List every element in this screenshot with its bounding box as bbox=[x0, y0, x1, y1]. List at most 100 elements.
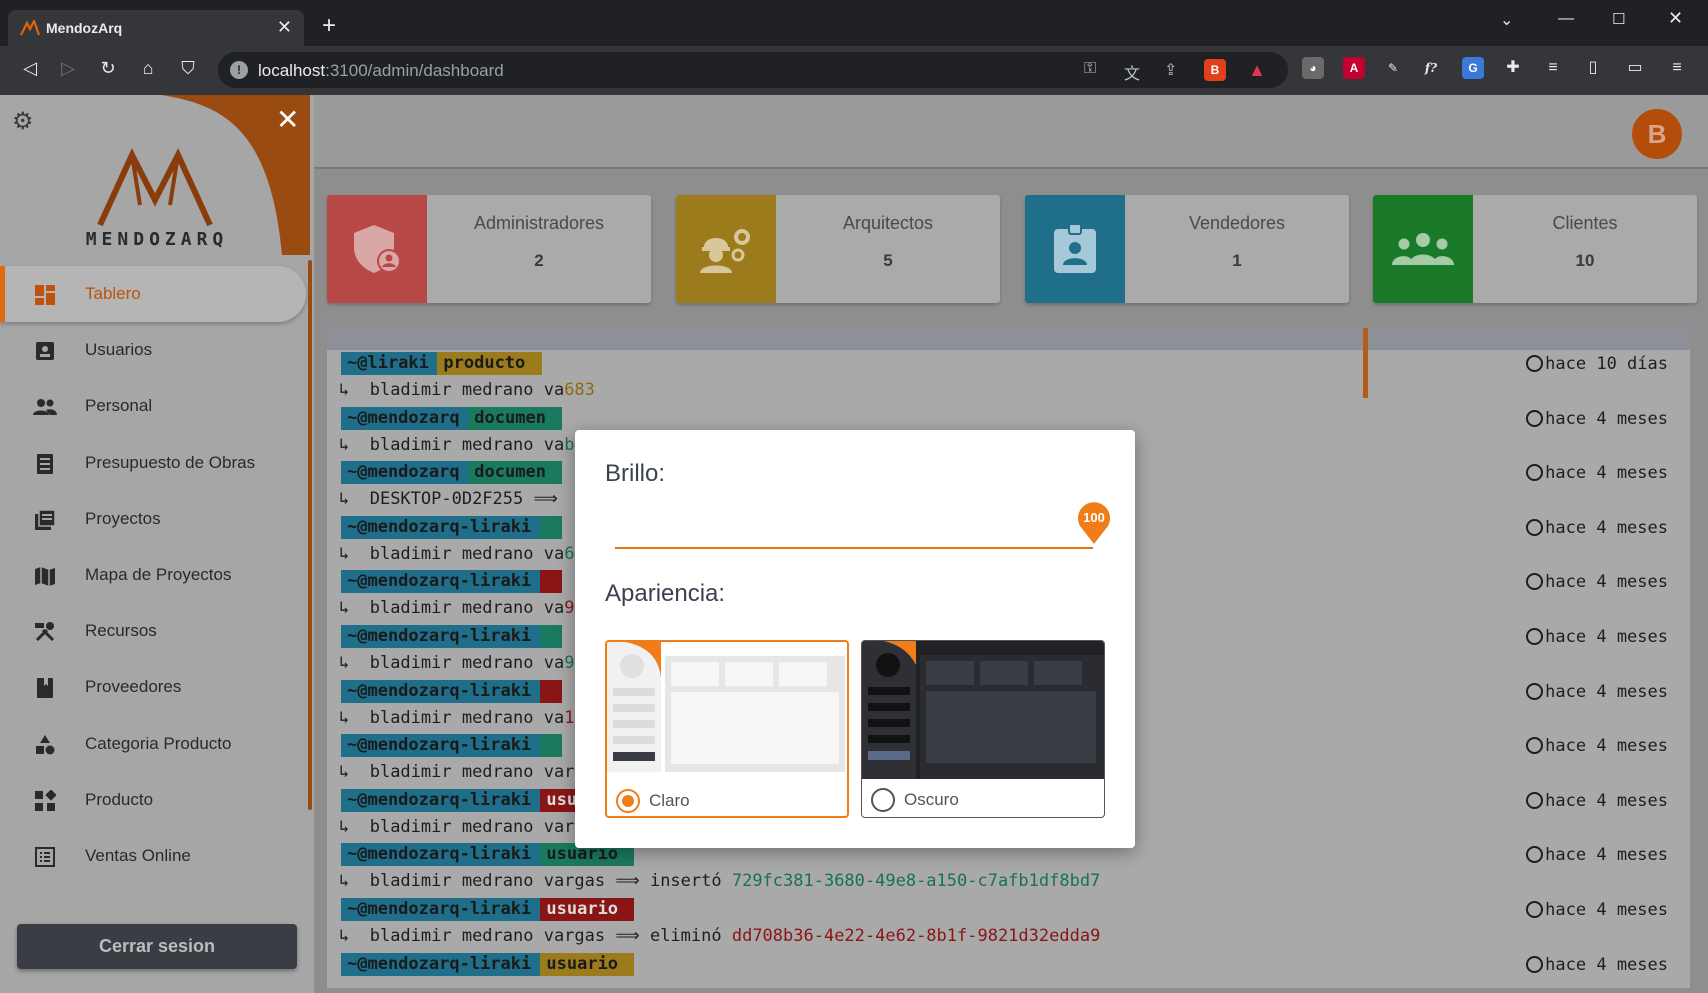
log-time-text: hace 10 días bbox=[1545, 354, 1668, 374]
stat-title: Vendedores bbox=[1188, 213, 1286, 233]
log-time-text: hace 4 meses bbox=[1545, 463, 1668, 484]
log-record-id: dd708b36-4e22-4e62-8b1f-9821d32edda9 bbox=[731, 926, 1101, 946]
log-user-tag: ~@mendozarq-liraki bbox=[341, 898, 541, 921]
log-scrollbar[interactable] bbox=[1363, 328, 1368, 398]
log-time-text: hace 4 meses bbox=[1545, 408, 1668, 429]
log-time-text: hace 4 meses bbox=[1545, 736, 1668, 757]
home-icon[interactable]: ⌂ bbox=[136, 58, 160, 79]
theme-option-light[interactable]: Claro bbox=[605, 640, 849, 818]
sidebar-item-producto[interactable]: Producto bbox=[0, 772, 306, 828]
dark-radio[interactable] bbox=[871, 788, 895, 812]
logout-button[interactable]: Cerrar sesion bbox=[17, 924, 297, 969]
tab-search-icon[interactable]: ⌄ bbox=[1500, 10, 1513, 30]
light-radio[interactable] bbox=[616, 789, 640, 813]
sidebar-panel-icon[interactable]: ▯ bbox=[1582, 57, 1604, 79]
url-text: localhost:3100/admin/dashboard bbox=[258, 61, 504, 80]
site-info-icon[interactable]: ! bbox=[230, 61, 248, 79]
sidebar-item-mapa-de-proyectos[interactable]: Mapa de Proyectos bbox=[0, 547, 306, 603]
brightness-label: Brillo: bbox=[605, 460, 666, 487]
sidebar-item-categoria-producto[interactable]: Categoria Producto bbox=[0, 716, 306, 772]
brightness-slider[interactable] bbox=[615, 547, 1093, 549]
brightness-slider-thumb[interactable]: 100 bbox=[1076, 500, 1112, 546]
formula-extension-icon[interactable]: f? bbox=[1420, 57, 1442, 79]
share-icon[interactable]: ⇪ bbox=[1164, 60, 1177, 80]
log-time: hace 4 meses bbox=[1526, 682, 1668, 702]
pen-extension-icon[interactable]: ✎ bbox=[1382, 57, 1404, 79]
angular-devtools-icon[interactable]: A bbox=[1343, 57, 1365, 79]
log-time-text: hace 4 meses bbox=[1545, 681, 1668, 702]
close-sidebar-icon[interactable]: ✕ bbox=[276, 103, 299, 136]
stat-card-administradores[interactable]: Administradores 2 bbox=[327, 195, 651, 303]
sidebar: ⚙ ✕ MENDOZARQ Tablero Usuarios Personal Pre… bbox=[0, 95, 314, 993]
sidebar-item-tablero[interactable]: Tablero bbox=[0, 266, 306, 323]
forward-icon[interactable]: ▷ bbox=[56, 58, 80, 79]
sidebar-item-recursos[interactable]: Recursos bbox=[0, 603, 306, 659]
stat-card-vendedores[interactable]: Vendedores 1 bbox=[1025, 195, 1349, 303]
log-table-tag bbox=[540, 625, 563, 648]
reading-list-icon[interactable]: ≡ bbox=[1542, 57, 1564, 79]
log-time-text: hace 4 meses bbox=[1545, 954, 1668, 975]
group-icon bbox=[1373, 195, 1473, 303]
log-detail-line: ↳ bladimir medrano vab bbox=[339, 435, 574, 455]
log-user-tag: ~@liraki bbox=[341, 352, 438, 375]
brave-shield-icon[interactable]: B bbox=[1204, 59, 1226, 81]
bookmark-icon[interactable]: ⛉ bbox=[176, 58, 200, 79]
brave-rewards-icon[interactable]: ▲ bbox=[1246, 59, 1268, 81]
sidebar-item-proyectos[interactable]: Proyectos bbox=[0, 491, 306, 547]
maximize-icon[interactable]: ☐ bbox=[1612, 10, 1625, 28]
engineer-icon bbox=[676, 195, 776, 303]
extensions-puzzle-icon[interactable]: ✚ bbox=[1502, 57, 1524, 79]
sidebar-scrollbar[interactable] bbox=[308, 260, 312, 810]
sidebar-item-presupuesto-de-obras[interactable]: Presupuesto de Obras bbox=[0, 435, 306, 491]
stat-value: 5 bbox=[883, 251, 893, 270]
return-arrow-icon: ↳ bbox=[339, 926, 370, 946]
log-record-id: 9 bbox=[564, 653, 575, 673]
log-user-tag: ~@mendozarq bbox=[341, 461, 469, 485]
sidebar-item-usuarios[interactable]: Usuarios bbox=[0, 322, 306, 378]
clock-icon bbox=[1526, 464, 1544, 482]
address-bar[interactable]: ! localhost:3100/admin/dashboard ⚿ 文 ⇪ B… bbox=[218, 52, 1288, 88]
sidebar-item-proveedores[interactable]: Proveedores bbox=[0, 659, 306, 715]
window-close-icon[interactable]: ✕ bbox=[1668, 8, 1683, 29]
return-arrow-icon: ↳ bbox=[339, 380, 370, 400]
light-option-label: Claro bbox=[649, 791, 690, 810]
sidebar-item-ventas-online[interactable]: Ventas Online bbox=[0, 828, 306, 884]
user-avatar[interactable]: B bbox=[1632, 109, 1682, 159]
sidebar-item-personal[interactable]: Personal bbox=[0, 378, 306, 434]
log-detail-line: ↳ DESKTOP-0D2F255 ⟹ bbox=[339, 489, 558, 509]
back-icon[interactable]: ◁ bbox=[18, 58, 42, 79]
log-entry-header: ~@liraki producto hace 10 días bbox=[327, 350, 1690, 377]
return-arrow-icon: ↳ bbox=[339, 434, 370, 455]
close-tab-icon[interactable]: ✕ bbox=[277, 17, 292, 38]
extension-face-icon[interactable]: ◕ bbox=[1302, 57, 1324, 79]
theme-option-dark[interactable]: Oscuro bbox=[861, 640, 1105, 818]
settings-gear-icon[interactable]: ⚙ bbox=[12, 107, 34, 136]
sidebar-item-label: Proyectos bbox=[85, 508, 161, 528]
stat-card-arquitectos[interactable]: Arquitectos 5 bbox=[676, 195, 1000, 303]
browser-menu-icon[interactable]: ≡ bbox=[1666, 57, 1688, 79]
new-tab-icon[interactable]: + bbox=[322, 12, 336, 40]
reload-icon[interactable]: ↻ bbox=[96, 58, 120, 79]
browser-tab[interactable]: MendozArq ✕ bbox=[8, 10, 304, 46]
log-user-tag: ~@mendozarq-liraki bbox=[341, 515, 541, 539]
log-action-text: bladimir medrano va bbox=[369, 653, 565, 673]
log-user-tag: ~@mendozarq-liraki bbox=[341, 679, 541, 703]
wallet-icon[interactable]: ▭ bbox=[1624, 57, 1646, 79]
return-arrow-icon: ↳ bbox=[339, 871, 370, 892]
log-entry-header: ~@mendozarq-lirakiusuario hace 4 meses bbox=[327, 951, 1690, 978]
translate-icon[interactable]: 文 bbox=[1124, 60, 1140, 84]
clock-icon bbox=[1526, 573, 1544, 591]
sidebar-item-label: Personal bbox=[85, 396, 153, 416]
log-record-id: b bbox=[564, 434, 575, 455]
minimize-icon[interactable]: — bbox=[1558, 10, 1574, 28]
log-time: hace 4 meses bbox=[1526, 409, 1668, 429]
key-icon[interactable]: ⚿ bbox=[1084, 60, 1096, 78]
log-user-tag: ~@mendozarq-liraki bbox=[341, 625, 541, 648]
stat-card-clientes[interactable]: Clientes 10 bbox=[1373, 195, 1697, 303]
log-table-tag bbox=[540, 515, 563, 539]
return-arrow-icon: ↳ bbox=[339, 489, 370, 510]
app-viewport: ⚙ ✕ MENDOZARQ Tablero Usuarios Personal Pre… bbox=[0, 95, 1708, 993]
google-translate-icon[interactable]: G bbox=[1462, 57, 1484, 79]
sidebar-item-label: Categoria Producto bbox=[85, 733, 232, 753]
appearance-dialog: Brillo: 100 Apariencia: Claro Oscuro bbox=[575, 430, 1135, 848]
